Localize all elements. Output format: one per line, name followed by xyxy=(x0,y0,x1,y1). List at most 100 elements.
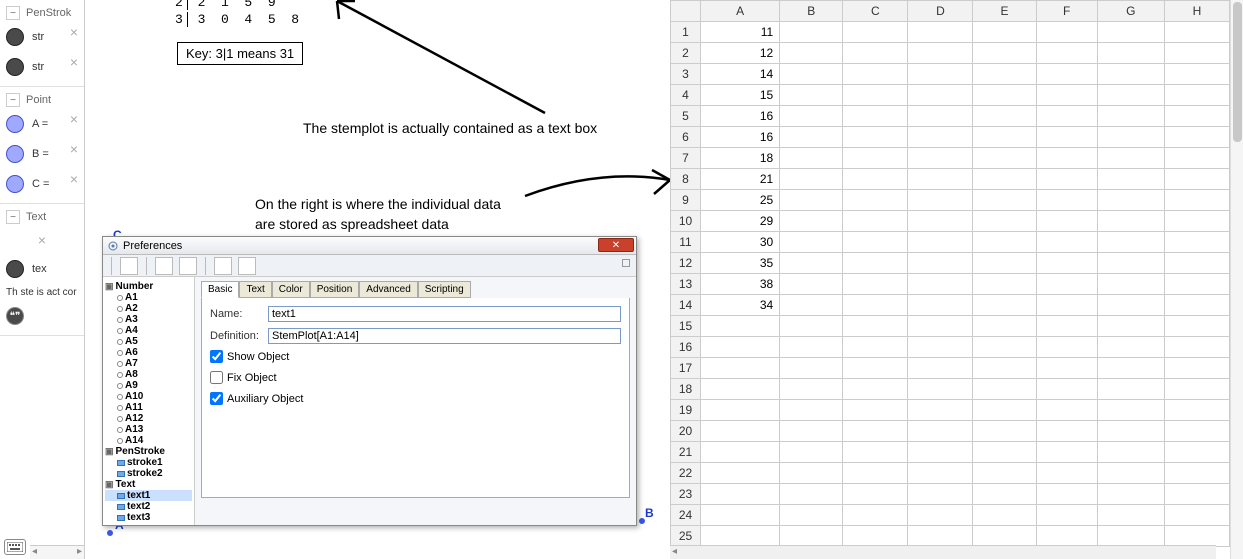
defaults-icon[interactable] xyxy=(120,257,138,275)
row-header[interactable]: 3 xyxy=(671,64,701,85)
cell[interactable] xyxy=(1097,43,1164,64)
close-icon[interactable]: × xyxy=(70,141,78,157)
cell[interactable] xyxy=(701,379,780,400)
cell[interactable] xyxy=(780,526,843,547)
stemplot-key[interactable]: Key: 3|1 means 31 xyxy=(177,42,303,65)
cell[interactable] xyxy=(1097,190,1164,211)
tree-item[interactable]: text1 xyxy=(105,490,192,501)
object-point-c[interactable]: C = × xyxy=(2,169,82,199)
cell[interactable] xyxy=(1097,379,1164,400)
cell[interactable] xyxy=(1164,211,1229,232)
cell[interactable] xyxy=(973,316,1036,337)
cell[interactable] xyxy=(1036,526,1097,547)
cell[interactable] xyxy=(780,169,843,190)
cell[interactable] xyxy=(973,253,1036,274)
object-text-quote[interactable]: ❝❞ xyxy=(2,301,82,331)
row-header[interactable]: 25 xyxy=(671,526,701,547)
tree-item[interactable]: A4 xyxy=(105,325,192,336)
row-header[interactable]: 10 xyxy=(671,211,701,232)
cell[interactable] xyxy=(908,295,973,316)
object-stroke1[interactable]: str × xyxy=(2,22,82,52)
cell[interactable] xyxy=(1164,190,1229,211)
cell[interactable] xyxy=(973,463,1036,484)
cell[interactable]: 29 xyxy=(701,211,780,232)
cell[interactable] xyxy=(701,526,780,547)
cell[interactable] xyxy=(780,379,843,400)
cell[interactable] xyxy=(908,190,973,211)
row-header[interactable]: 8 xyxy=(671,169,701,190)
cell[interactable] xyxy=(1164,463,1229,484)
row-header[interactable]: 9 xyxy=(671,190,701,211)
cell[interactable] xyxy=(843,442,908,463)
popout-icon[interactable] xyxy=(622,259,630,267)
cell[interactable] xyxy=(1097,295,1164,316)
tree-item[interactable]: A13 xyxy=(105,424,192,435)
cell[interactable] xyxy=(843,316,908,337)
advanced-icon[interactable] xyxy=(238,257,256,275)
cell[interactable] xyxy=(780,232,843,253)
cell[interactable] xyxy=(780,190,843,211)
row-header[interactable]: 24 xyxy=(671,505,701,526)
col-header[interactable]: F xyxy=(1036,1,1097,22)
stemplot-text[interactable]: 2 2 1 5 9 3 3 0 4 5 8 xyxy=(175,0,299,29)
row-header[interactable]: 7 xyxy=(671,148,701,169)
cell[interactable] xyxy=(780,211,843,232)
row-header[interactable]: 16 xyxy=(671,337,701,358)
cell[interactable] xyxy=(1036,274,1097,295)
cell[interactable]: 18 xyxy=(701,148,780,169)
col-header[interactable]: C xyxy=(843,1,908,22)
cell[interactable]: 25 xyxy=(701,190,780,211)
row-header[interactable]: 13 xyxy=(671,274,701,295)
tree-item[interactable]: A2 xyxy=(105,303,192,314)
cell[interactable] xyxy=(1036,337,1097,358)
cell[interactable] xyxy=(701,484,780,505)
cell[interactable] xyxy=(780,253,843,274)
cell[interactable] xyxy=(973,379,1036,400)
cell[interactable] xyxy=(780,274,843,295)
cell[interactable] xyxy=(1164,442,1229,463)
tree-item[interactable]: A12 xyxy=(105,413,192,424)
col-header[interactable]: D xyxy=(908,1,973,22)
cell[interactable] xyxy=(1097,253,1164,274)
cell[interactable]: 11 xyxy=(701,22,780,43)
close-icon[interactable]: × xyxy=(70,24,78,40)
cell[interactable] xyxy=(908,106,973,127)
cell[interactable] xyxy=(1164,526,1229,547)
cell[interactable] xyxy=(973,211,1036,232)
col-header[interactable]: G xyxy=(1097,1,1164,22)
cell[interactable] xyxy=(701,421,780,442)
cell[interactable] xyxy=(973,85,1036,106)
virtual-keyboard-button[interactable] xyxy=(4,539,26,555)
cell[interactable] xyxy=(1036,484,1097,505)
cell[interactable] xyxy=(973,484,1036,505)
cell[interactable] xyxy=(908,526,973,547)
cell[interactable] xyxy=(780,505,843,526)
cell[interactable] xyxy=(1164,127,1229,148)
cell[interactable] xyxy=(1164,484,1229,505)
cell[interactable] xyxy=(1036,211,1097,232)
cell[interactable] xyxy=(908,463,973,484)
cell[interactable] xyxy=(1164,505,1229,526)
visibility-dot-icon[interactable] xyxy=(6,175,24,193)
cell[interactable] xyxy=(1097,358,1164,379)
col-header[interactable]: H xyxy=(1164,1,1229,22)
cell[interactable] xyxy=(1036,85,1097,106)
cell[interactable] xyxy=(701,337,780,358)
cell[interactable] xyxy=(843,526,908,547)
cell[interactable]: 12 xyxy=(701,43,780,64)
cell[interactable] xyxy=(1097,274,1164,295)
cell[interactable] xyxy=(908,148,973,169)
row-header[interactable]: 14 xyxy=(671,295,701,316)
cell[interactable] xyxy=(843,400,908,421)
cell[interactable] xyxy=(908,64,973,85)
cell[interactable] xyxy=(908,43,973,64)
cell[interactable]: 35 xyxy=(701,253,780,274)
cell[interactable] xyxy=(908,421,973,442)
cell[interactable] xyxy=(908,22,973,43)
cell[interactable] xyxy=(1097,85,1164,106)
cell[interactable] xyxy=(780,43,843,64)
visibility-dot-icon[interactable] xyxy=(6,115,24,133)
cell[interactable] xyxy=(780,22,843,43)
row-header[interactable]: 21 xyxy=(671,442,701,463)
cell[interactable] xyxy=(1164,43,1229,64)
